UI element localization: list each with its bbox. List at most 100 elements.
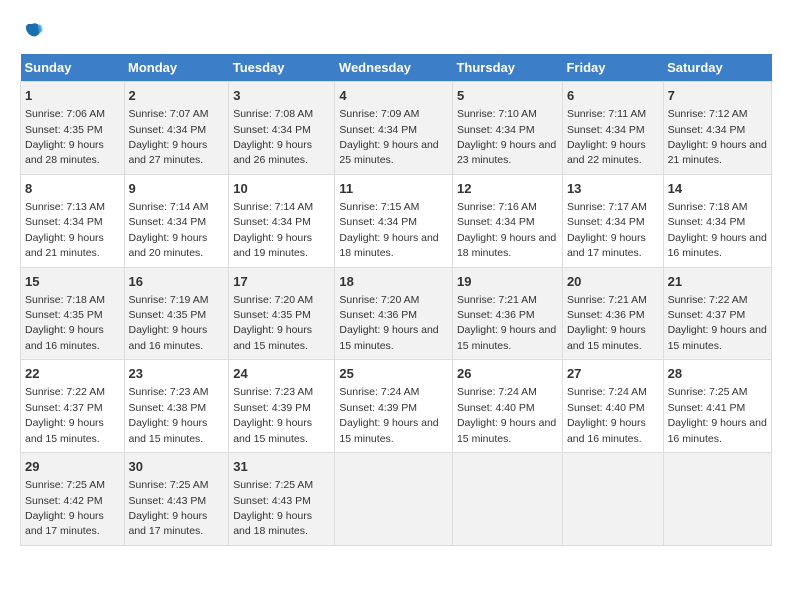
day-cell: 13Sunrise: 7:17 AMSunset: 4:34 PMDayligh…	[562, 174, 663, 267]
day-info: Sunrise: 7:23 AMSunset: 4:39 PMDaylight:…	[233, 386, 313, 444]
day-info: Sunrise: 7:22 AMSunset: 4:37 PMDaylight:…	[25, 386, 105, 444]
day-number: 4	[339, 87, 448, 105]
day-number: 26	[457, 365, 558, 383]
day-info: Sunrise: 7:18 AMSunset: 4:35 PMDaylight:…	[25, 294, 105, 352]
day-number: 21	[668, 273, 767, 291]
weekday-header-row: SundayMondayTuesdayWednesdayThursdayFrid…	[21, 54, 772, 82]
day-cell: 19 Sunrise: 7:21 AMSunset: 4:36 PMDayligh…	[452, 267, 562, 360]
day-number: 25	[339, 365, 448, 383]
day-number: 8	[25, 180, 120, 198]
day-number: 2	[129, 87, 225, 105]
day-number: 11	[339, 180, 448, 198]
day-info: Sunrise: 7:06 AMSunset: 4:35 PMDaylight:…	[25, 108, 105, 166]
day-number: 14	[668, 180, 767, 198]
day-cell: 14 Sunrise: 7:18 AMSunset: 4:34 PMDayligh…	[663, 174, 771, 267]
day-cell: 8 Sunrise: 7:13 AMSunset: 4:34 PMDaylight…	[21, 174, 125, 267]
day-info: Sunrise: 7:23 AMSunset: 4:38 PMDaylight:…	[129, 386, 209, 444]
day-info: Sunrise: 7:21 AMSunset: 4:36 PMDaylight:…	[457, 294, 556, 352]
day-cell: 21 Sunrise: 7:22 AMSunset: 4:37 PMDayligh…	[663, 267, 771, 360]
day-number: 5	[457, 87, 558, 105]
day-number: 27	[567, 365, 659, 383]
calendar-table: SundayMondayTuesdayWednesdayThursdayFrid…	[20, 54, 772, 546]
day-cell: 27 Sunrise: 7:24 AMSunset: 4:40 PMDayligh…	[562, 360, 663, 453]
day-cell: 9 Sunrise: 7:14 AMSunset: 4:34 PMDaylight…	[124, 174, 229, 267]
day-number: 3	[233, 87, 330, 105]
day-info: Sunrise: 7:19 AMSunset: 4:35 PMDaylight:…	[129, 294, 209, 352]
day-number: 15	[25, 273, 120, 291]
day-cell: 1 Sunrise: 7:06 AMSunset: 4:35 PMDaylight…	[21, 82, 125, 175]
week-row-4: 22 Sunrise: 7:22 AMSunset: 4:37 PMDayligh…	[21, 360, 772, 453]
day-cell: 11 Sunrise: 7:15 AMSunset: 4:34 PMDayligh…	[335, 174, 453, 267]
weekday-header-sunday: Sunday	[21, 54, 125, 82]
week-row-1: 1 Sunrise: 7:06 AMSunset: 4:35 PMDaylight…	[21, 82, 772, 175]
day-cell: 10Sunrise: 7:14 AMSunset: 4:34 PMDayligh…	[229, 174, 335, 267]
weekday-header-saturday: Saturday	[663, 54, 771, 82]
page-container: SundayMondayTuesdayWednesdayThursdayFrid…	[20, 20, 772, 546]
logo	[20, 20, 48, 44]
day-number: 24	[233, 365, 330, 383]
day-number: 1	[25, 87, 120, 105]
day-number: 19	[457, 273, 558, 291]
day-number: 18	[339, 273, 448, 291]
day-cell: 4Sunrise: 7:09 AMSunset: 4:34 PMDaylight…	[335, 82, 453, 175]
header	[20, 20, 772, 44]
day-info: Sunrise: 7:18 AMSunset: 4:34 PMDaylight:…	[668, 201, 767, 259]
day-number: 16	[129, 273, 225, 291]
day-info: Sunrise: 7:13 AMSunset: 4:34 PMDaylight:…	[25, 201, 105, 259]
day-cell: 20Sunrise: 7:21 AMSunset: 4:36 PMDayligh…	[562, 267, 663, 360]
day-cell: 26 Sunrise: 7:24 AMSunset: 4:40 PMDayligh…	[452, 360, 562, 453]
week-row-2: 8 Sunrise: 7:13 AMSunset: 4:34 PMDaylight…	[21, 174, 772, 267]
day-info: Sunrise: 7:08 AMSunset: 4:34 PMDaylight:…	[233, 108, 313, 166]
day-cell: 2 Sunrise: 7:07 AMSunset: 4:34 PMDaylight…	[124, 82, 229, 175]
day-info: Sunrise: 7:25 AMSunset: 4:43 PMDaylight:…	[233, 479, 313, 537]
day-info: Sunrise: 7:20 AMSunset: 4:35 PMDaylight:…	[233, 294, 313, 352]
day-cell: 25 Sunrise: 7:24 AMSunset: 4:39 PMDayligh…	[335, 360, 453, 453]
day-cell: 6 Sunrise: 7:11 AMSunset: 4:34 PMDaylight…	[562, 82, 663, 175]
day-number: 20	[567, 273, 659, 291]
day-info: Sunrise: 7:14 AMSunset: 4:34 PMDaylight:…	[129, 201, 209, 259]
day-cell: 16 Sunrise: 7:19 AMSunset: 4:35 PMDayligh…	[124, 267, 229, 360]
weekday-header-tuesday: Tuesday	[229, 54, 335, 82]
day-cell: 30Sunrise: 7:25 AMSunset: 4:43 PMDayligh…	[124, 453, 229, 546]
day-number: 6	[567, 87, 659, 105]
day-cell: 18 Sunrise: 7:20 AMSunset: 4:36 PMDayligh…	[335, 267, 453, 360]
weekday-header-friday: Friday	[562, 54, 663, 82]
day-cell: 7 Sunrise: 7:12 AMSunset: 4:34 PMDaylight…	[663, 82, 771, 175]
day-cell: 3 Sunrise: 7:08 AMSunset: 4:34 PMDaylight…	[229, 82, 335, 175]
day-number: 23	[129, 365, 225, 383]
day-info: Sunrise: 7:15 AMSunset: 4:34 PMDaylight:…	[339, 201, 438, 259]
day-number: 31	[233, 458, 330, 476]
day-info: Sunrise: 7:11 AMSunset: 4:34 PMDaylight:…	[567, 108, 646, 166]
day-info: Sunrise: 7:20 AMSunset: 4:36 PMDaylight:…	[339, 294, 438, 352]
day-cell: 29Sunrise: 7:25 AMSunset: 4:42 PMDayligh…	[21, 453, 125, 546]
day-info: Sunrise: 7:16 AMSunset: 4:34 PMDaylight:…	[457, 201, 556, 259]
day-cell	[663, 453, 771, 546]
weekday-header-wednesday: Wednesday	[335, 54, 453, 82]
day-info: Sunrise: 7:07 AMSunset: 4:34 PMDaylight:…	[129, 108, 209, 166]
day-cell: 17 Sunrise: 7:20 AMSunset: 4:35 PMDayligh…	[229, 267, 335, 360]
day-info: Sunrise: 7:10 AMSunset: 4:34 PMDaylight:…	[457, 108, 556, 166]
day-number: 22	[25, 365, 120, 383]
day-number: 28	[668, 365, 767, 383]
day-number: 13	[567, 180, 659, 198]
week-row-3: 15 Sunrise: 7:18 AMSunset: 4:35 PMDayligh…	[21, 267, 772, 360]
day-info: Sunrise: 7:24 AMSunset: 4:39 PMDaylight:…	[339, 386, 438, 444]
day-number: 17	[233, 273, 330, 291]
day-number: 12	[457, 180, 558, 198]
day-info: Sunrise: 7:25 AMSunset: 4:42 PMDaylight:…	[25, 479, 105, 537]
day-info: Sunrise: 7:22 AMSunset: 4:37 PMDaylight:…	[668, 294, 767, 352]
day-info: Sunrise: 7:24 AMSunset: 4:40 PMDaylight:…	[567, 386, 647, 444]
day-cell: 5 Sunrise: 7:10 AMSunset: 4:34 PMDaylight…	[452, 82, 562, 175]
day-cell: 31 Sunrise: 7:25 AMSunset: 4:43 PMDayligh…	[229, 453, 335, 546]
day-cell: 15 Sunrise: 7:18 AMSunset: 4:35 PMDayligh…	[21, 267, 125, 360]
day-info: Sunrise: 7:14 AMSunset: 4:34 PMDaylight:…	[233, 201, 313, 259]
day-cell	[562, 453, 663, 546]
day-number: 9	[129, 180, 225, 198]
day-number: 7	[668, 87, 767, 105]
day-info: Sunrise: 7:24 AMSunset: 4:40 PMDaylight:…	[457, 386, 556, 444]
week-row-5: 29Sunrise: 7:25 AMSunset: 4:42 PMDayligh…	[21, 453, 772, 546]
day-cell: 12 Sunrise: 7:16 AMSunset: 4:34 PMDayligh…	[452, 174, 562, 267]
logo-icon	[20, 20, 44, 44]
day-info: Sunrise: 7:25 AMSunset: 4:43 PMDaylight:…	[129, 479, 209, 537]
day-info: Sunrise: 7:12 AMSunset: 4:34 PMDaylight:…	[668, 108, 767, 166]
